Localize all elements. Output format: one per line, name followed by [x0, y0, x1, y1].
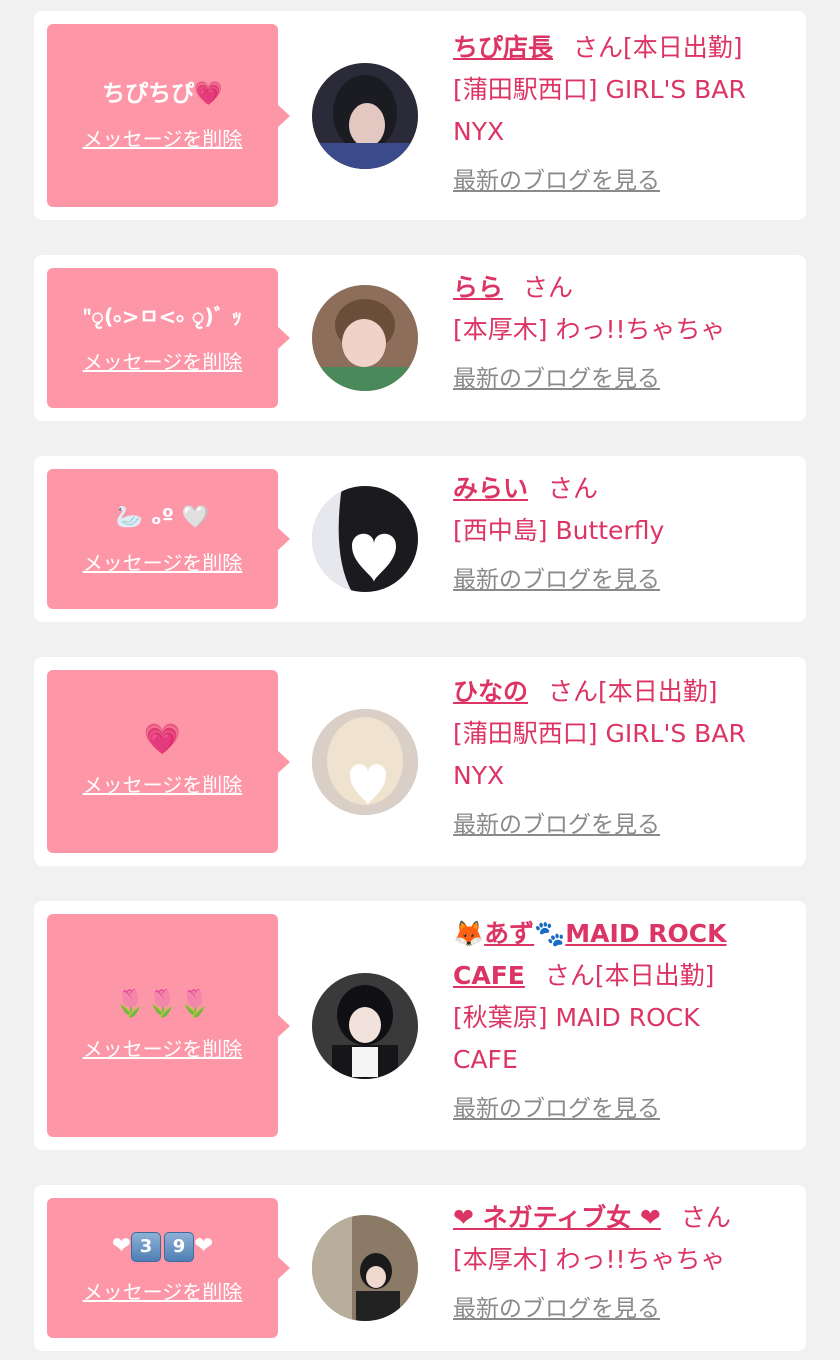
message-bubble: 🌷🌷🌷 メッセージを削除 [47, 914, 290, 1137]
message-card: 🌷🌷🌷 メッセージを削除 🦊あず🐾MAID ROCK CAFE さん[本日出勤] … [34, 901, 806, 1150]
status-badge: [本日出勤] [598, 677, 718, 706]
delete-message-link[interactable]: メッセージを削除 [83, 769, 243, 798]
delete-message-link[interactable]: メッセージを削除 [83, 346, 243, 375]
shop-location-cont: NYX [453, 117, 505, 146]
latest-blog-link[interactable]: 最新のブログを見る [453, 560, 660, 600]
message-card: 🦢 ₒº 🤍 メッセージを削除 みらい さん [西中島] Butterfly 最新… [34, 456, 806, 622]
fox-icon: 🦊 [453, 919, 485, 948]
tulip-emoji-icon: 🌷🌷🌷 [113, 989, 212, 1019]
avatar[interactable] [312, 63, 418, 169]
avatar[interactable] [312, 709, 418, 815]
delete-message-link[interactable]: メッセージを削除 [83, 123, 243, 152]
avatar[interactable] [312, 285, 418, 391]
message-bubble: 🦢 ₒº 🤍 メッセージを削除 [47, 469, 290, 609]
message-bubble: ❤ 3 9 ❤ メッセージを削除 [47, 1198, 290, 1338]
avatar[interactable] [312, 973, 418, 1079]
user-info: みらい さん [西中島] Butterfly 最新のブログを見る [453, 468, 793, 600]
honorific: さん [680, 1203, 731, 1232]
shop-location: [西中島] Butterfly [453, 516, 665, 545]
message-text: ❤ 3 9 ❤ [111, 1231, 214, 1262]
heart-emoji-icon: 💗 [143, 722, 182, 757]
honorific: さん [573, 33, 624, 62]
status-badge: [本日出勤] [594, 961, 715, 990]
message-card: "ृ(৹>ㅁ<৹ ृ)ﾞ ｯ メッセージを削除 らら さん [本厚木] わっ!!ち… [34, 255, 806, 421]
message-card: ❤ 3 9 ❤ メッセージを削除 ❤ ネガティブ女 ❤ さん [本厚木] わっ!!ちゃち… [34, 1185, 806, 1351]
message-text: 🦢 ₒº 🤍 [115, 504, 210, 530]
user-info: ❤ ネガティブ女 ❤ さん [本厚木] わっ!!ちゃちゃ 最新のブログを見る [453, 1197, 793, 1329]
latest-blog-link[interactable]: 最新のブログを見る [453, 161, 660, 201]
shop-location-cont: NYX [453, 761, 505, 790]
delete-message-link[interactable]: メッセージを削除 [83, 547, 243, 576]
latest-blog-link[interactable]: 最新のブログを見る [453, 805, 660, 845]
user-name-link-cont[interactable]: CAFE [453, 961, 525, 990]
heart-emoji-icon: 💗 [194, 81, 223, 107]
message-bubble: ちぴちぴ💗 メッセージを削除 [47, 24, 290, 207]
user-name-link[interactable]: ちぴ店長 [453, 33, 553, 62]
message-text: "ृ(৹>ㅁ<৹ ृ)ﾞ ｯ [82, 304, 243, 329]
message-card: 💗 メッセージを削除 ひなの さん[本日出勤] [蒲田駅西口] GIRL'S BA… [34, 657, 806, 866]
avatar[interactable] [312, 486, 418, 592]
message-card: ちぴちぴ💗 メッセージを削除 ちぴ店長 さん[本日出勤] [蒲田駅西口] GIRL… [34, 11, 806, 220]
shop-location: [本厚木] わっ!!ちゃちゃ [453, 315, 726, 344]
user-name-link[interactable]: ❤ ネガティブ女 ❤ [453, 1203, 661, 1232]
message-text: ちぴちぴ💗 [102, 81, 223, 107]
message-bubble: "ृ(৹>ㅁ<৹ ृ)ﾞ ｯ メッセージを削除 [47, 268, 290, 408]
user-info: ちぴ店長 さん[本日出勤] [蒲田駅西口] GIRL'S BAR NYX 最新のブ… [453, 27, 793, 201]
latest-blog-link[interactable]: 最新のブログを見る [453, 1089, 660, 1129]
honorific: さん [544, 961, 595, 990]
heart-icon: ❤ [194, 1233, 214, 1260]
message-list: ちぴちぴ💗 メッセージを削除 ちぴ店長 さん[本日出勤] [蒲田駅西口] GIRL… [0, 0, 840, 1360]
shop-location-cont: CAFE [453, 1045, 518, 1074]
keycap-9-icon: 9 [164, 1231, 194, 1262]
user-name-link[interactable]: みらい [453, 474, 528, 503]
message-bubble: 💗 メッセージを削除 [47, 670, 290, 853]
shop-location: [蒲田駅西口] GIRL'S BAR [453, 719, 746, 748]
user-info: らら さん [本厚木] わっ!!ちゃちゃ 最新のブログを見る [453, 267, 793, 399]
shop-location: [蒲田駅西口] GIRL'S BAR [453, 75, 746, 104]
delete-message-link[interactable]: メッセージを削除 [83, 1033, 243, 1062]
honorific: さん [523, 273, 574, 302]
paw-prints-icon: 🐾 [534, 919, 566, 948]
keycap-3-icon: 3 [131, 1231, 161, 1262]
user-info: 🦊あず🐾MAID ROCK CAFE さん[本日出勤] [秋葉原] MAID RO… [453, 913, 793, 1129]
user-name-link[interactable]: らら [453, 273, 503, 302]
delete-message-link[interactable]: メッセージを削除 [83, 1276, 243, 1305]
shop-location: [秋葉原] MAID ROCK [453, 1003, 700, 1032]
shop-location: [本厚木] わっ!!ちゃちゃ [453, 1245, 726, 1274]
user-name-link[interactable]: 🦊あず🐾MAID ROCK [453, 919, 727, 948]
status-badge: [本日出勤] [623, 33, 743, 62]
avatar[interactable] [312, 1215, 418, 1321]
honorific: さん [548, 474, 599, 503]
user-info: ひなの さん[本日出勤] [蒲田駅西口] GIRL'S BAR NYX 最新のブロ… [453, 671, 793, 845]
latest-blog-link[interactable]: 最新のブログを見る [453, 359, 660, 399]
honorific: さん [548, 677, 599, 706]
user-name-link[interactable]: ひなの [453, 677, 528, 706]
latest-blog-link[interactable]: 最新のブログを見る [453, 1289, 660, 1329]
heart-icon: ❤ [111, 1233, 131, 1260]
